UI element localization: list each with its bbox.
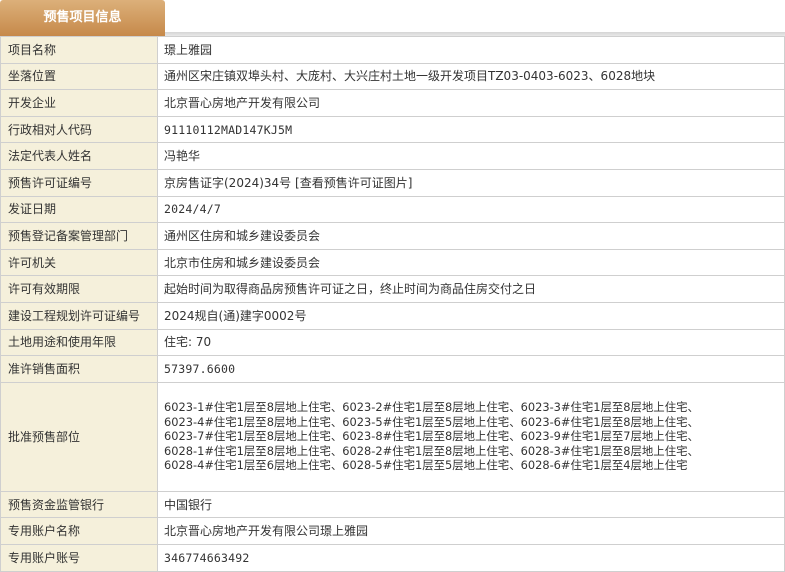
table-row: 行政相对人代码 91110112MAD147KJ5M: [0, 115, 785, 144]
row-label: 批准预售部位: [0, 381, 158, 492]
table-row: 批准预售部位 6023-1#住宅1层至8层地上住宅、6023-2#住宅1层至8层…: [0, 381, 785, 492]
row-label: 预售登记备案管理部门: [0, 222, 158, 250]
table-row: 专用账户名称 北京晋心房地产开发有限公司璟上雅园: [0, 517, 785, 545]
registration-dept-value: 通州区住房和城乡建设委员会: [157, 222, 785, 250]
table-row: 建设工程规划许可证编号 2024规自(通)建字0002号: [0, 301, 785, 330]
row-label: 准许销售面积: [0, 355, 158, 383]
account-name-value: 北京晋心房地产开发有限公司璟上雅园: [157, 517, 785, 545]
table-row: 预售登记备案管理部门 通州区住房和城乡建设委员会: [0, 222, 785, 250]
tab-presale-project-info[interactable]: 预售项目信息: [0, 0, 165, 36]
table-row: 许可机关 北京市住房和城乡建设委员会: [0, 248, 785, 277]
table-row: 法定代表人姓名 冯艳华: [0, 142, 785, 170]
approved-units-value: 6023-1#住宅1层至8层地上住宅、6023-2#住宅1层至8层地上住宅、60…: [157, 381, 785, 492]
row-label: 开发企业: [0, 89, 158, 117]
developer-value: 北京晋心房地产开发有限公司: [157, 89, 785, 117]
table-row: 坐落位置 通州区宋庄镇双埠头村、大庞村、大兴庄村土地一级开发项目TZ03-040…: [0, 62, 785, 91]
table-row: 项目名称 璟上雅园: [0, 36, 785, 64]
row-label: 许可有效期限: [0, 275, 158, 303]
row-label: 预售许可证编号: [0, 168, 158, 197]
row-label: 专用账户名称: [0, 517, 158, 545]
table-row: 发证日期 2024/4/7: [0, 195, 785, 224]
table-row: 专用账户账号 346774663492: [0, 543, 785, 572]
licensing-authority-value: 北京市住房和城乡建设委员会: [157, 248, 785, 277]
supervising-bank-value: 中国银行: [157, 490, 785, 519]
tab-bar: 预售项目信息: [0, 0, 785, 36]
validity-period-value: 起始时间为取得商品房预售许可证之日，终止时间为商品住房交付之日: [157, 275, 785, 303]
admin-code-value: 91110112MAD147KJ5M: [157, 115, 785, 144]
view-permit-image-link[interactable]: [查看预售许可证图片]: [295, 176, 412, 190]
sale-area-value: 57397.6600: [157, 355, 785, 383]
presale-info-table: 项目名称 璟上雅园 坐落位置 通州区宋庄镇双埠头村、大庞村、大兴庄村土地一级开发…: [0, 36, 785, 572]
land-use-value: 住宅: 70: [157, 328, 785, 357]
table-row: 准许销售面积 57397.6600: [0, 355, 785, 383]
issue-date-value: 2024/4/7: [157, 195, 785, 224]
project-name-value: 璟上雅园: [157, 36, 785, 64]
table-row: 开发企业 北京晋心房地产开发有限公司: [0, 89, 785, 117]
row-label: 项目名称: [0, 36, 158, 64]
approved-units-line: 6023-1#住宅1层至8层地上住宅、6023-2#住宅1层至8层地上住宅、60…: [164, 400, 699, 415]
table-row: 预售许可证编号 京房售证字(2024)34号 [查看预售许可证图片]: [0, 168, 785, 197]
approved-units-line: 6023-4#住宅1层至8层地上住宅、6023-5#住宅1层至5层地上住宅、60…: [164, 414, 699, 429]
row-label: 建设工程规划许可证编号: [0, 301, 158, 330]
row-label: 预售资金监管银行: [0, 490, 158, 519]
location-value: 通州区宋庄镇双埠头村、大庞村、大兴庄村土地一级开发项目TZ03-0403-602…: [157, 62, 785, 91]
approved-units-line: 6028-4#住宅1层至6层地上住宅、6028-5#住宅1层至5层地上住宅、60…: [164, 458, 688, 473]
approved-units-line: 6023-7#住宅1层至8层地上住宅、6023-8#住宅1层至8层地上住宅、60…: [164, 429, 699, 444]
permit-number-cell: 京房售证字(2024)34号 [查看预售许可证图片]: [157, 168, 785, 197]
row-label: 许可机关: [0, 248, 158, 277]
permit-number-value: 京房售证字(2024)34号: [164, 175, 292, 190]
table-row: 许可有效期限 起始时间为取得商品房预售许可证之日，终止时间为商品住房交付之日: [0, 275, 785, 303]
table-row: 预售资金监管银行 中国银行: [0, 490, 785, 519]
approved-units-line: 6028-1#住宅1层至8层地上住宅、6028-2#住宅1层至8层地上住宅、60…: [164, 443, 699, 458]
row-label: 行政相对人代码: [0, 115, 158, 144]
table-row: 土地用途和使用年限 住宅: 70: [0, 328, 785, 357]
row-label: 土地用途和使用年限: [0, 328, 158, 357]
row-label: 发证日期: [0, 195, 158, 224]
row-label: 专用账户账号: [0, 543, 158, 572]
planning-permit-value: 2024规自(通)建字0002号: [157, 301, 785, 330]
legal-rep-value: 冯艳华: [157, 142, 785, 170]
row-label: 坐落位置: [0, 62, 158, 91]
account-number-value: 346774663492: [157, 543, 785, 572]
row-label: 法定代表人姓名: [0, 142, 158, 170]
